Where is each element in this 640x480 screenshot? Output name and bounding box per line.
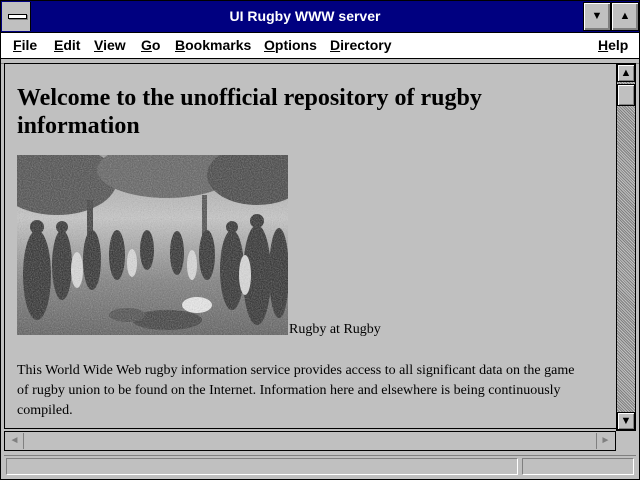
scroll-up-button[interactable]: ▲ bbox=[617, 64, 635, 82]
menu-help-label: Help bbox=[598, 37, 629, 53]
menu-directory-label: Directory bbox=[330, 37, 392, 53]
menu-bar: File Edit View Go Bookmarks Options Dire… bbox=[1, 33, 639, 59]
menu-file-label: File bbox=[13, 37, 38, 53]
minimize-button[interactable]: ▼ bbox=[583, 2, 611, 31]
status-bar bbox=[4, 455, 636, 477]
maximize-button[interactable]: ▲ bbox=[611, 2, 639, 31]
vertical-scroll-thumb[interactable] bbox=[617, 84, 635, 106]
menu-view[interactable]: View bbox=[94, 33, 126, 58]
menu-go[interactable]: Go bbox=[141, 33, 160, 58]
menu-bookmarks[interactable]: Bookmarks bbox=[175, 33, 251, 58]
menu-help[interactable]: Help bbox=[598, 33, 628, 58]
status-message-field bbox=[6, 458, 518, 475]
menu-options[interactable]: Options bbox=[264, 33, 317, 58]
menu-options-label: Options bbox=[264, 37, 317, 53]
menu-view-label: View bbox=[94, 37, 126, 53]
status-progress-field bbox=[522, 458, 634, 475]
scroll-right-button[interactable]: ► bbox=[596, 433, 614, 449]
horizontal-scrollbar[interactable]: ◄ ► bbox=[4, 431, 616, 451]
image-caption: Rugby at Rugby bbox=[289, 322, 381, 337]
menu-edit-label: Edit bbox=[54, 37, 81, 53]
title-bar[interactable]: UI Rugby WWW server ▼ ▲ bbox=[1, 1, 639, 33]
system-menu-button[interactable] bbox=[2, 2, 31, 31]
system-menu-icon bbox=[8, 14, 27, 19]
window-title: UI Rugby WWW server bbox=[229, 8, 381, 24]
maximize-icon: ▲ bbox=[619, 10, 631, 22]
minimize-icon: ▼ bbox=[591, 10, 603, 22]
browser-window: UI Rugby WWW server ▼ ▲ File Edit View G… bbox=[0, 0, 640, 480]
page-heading: Welcome to the unofficial repository of … bbox=[17, 85, 482, 139]
menu-bookmarks-label: Bookmarks bbox=[175, 37, 252, 53]
menu-file[interactable]: File bbox=[13, 33, 37, 58]
scrollbar-corner bbox=[616, 431, 636, 451]
scroll-left-button[interactable]: ◄ bbox=[6, 433, 24, 449]
arrow-right-icon: ► bbox=[600, 435, 611, 446]
scroll-down-button[interactable]: ▼ bbox=[617, 412, 635, 430]
rugby-engraving-image[interactable] bbox=[17, 155, 288, 335]
intro-paragraph: This World Wide Web rugby information se… bbox=[17, 363, 575, 418]
menu-edit[interactable]: Edit bbox=[54, 33, 80, 58]
arrow-up-icon: ▲ bbox=[620, 67, 632, 79]
arrow-down-icon: ▼ bbox=[620, 415, 632, 427]
menu-go-label: Go bbox=[141, 37, 161, 53]
arrow-left-icon: ◄ bbox=[9, 435, 20, 446]
vertical-scrollbar[interactable]: ▲ ▼ bbox=[616, 63, 636, 431]
document-view[interactable]: Welcome to the unofficial repository of … bbox=[4, 63, 616, 429]
menu-directory[interactable]: Directory bbox=[330, 33, 391, 58]
